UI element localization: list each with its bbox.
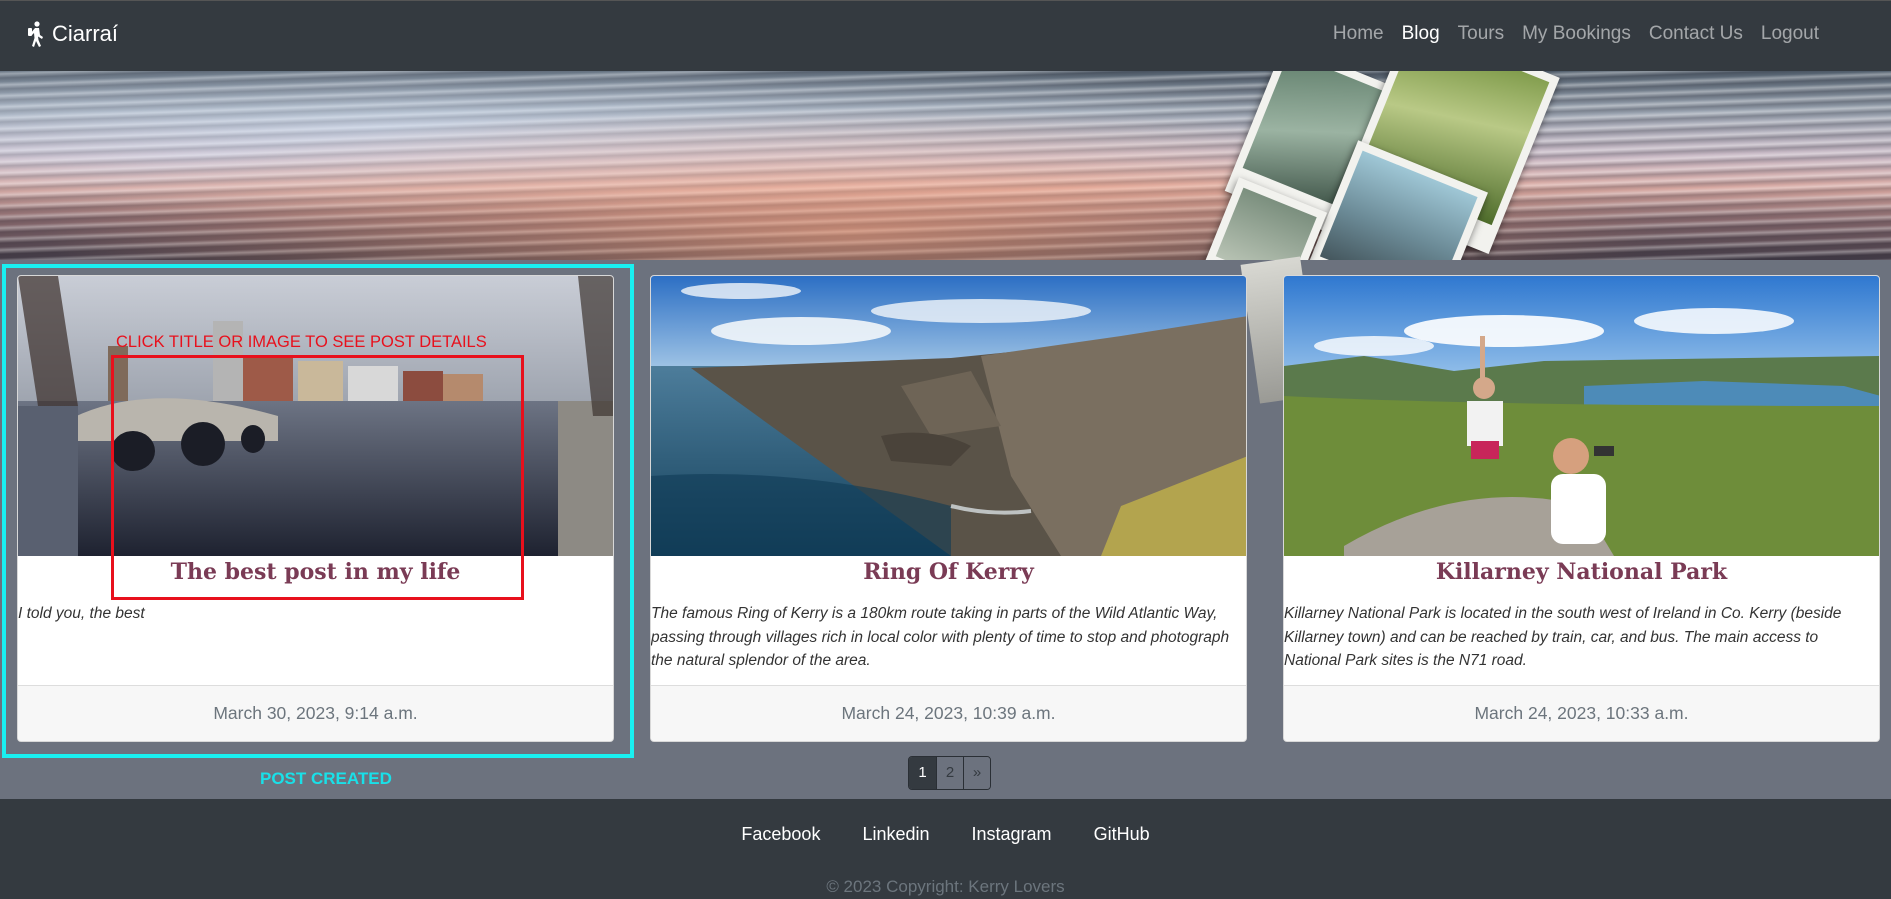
brand-name: Ciarraí: [52, 21, 119, 46]
nav-logout[interactable]: Logout: [1761, 23, 1819, 45]
annotation-red-box: [111, 355, 524, 600]
post-image-cliffs[interactable]: [651, 276, 1246, 556]
nav-links: Home Blog Tours My Bookings Contact Us L…: [1315, 23, 1819, 45]
annotation-click-hint: CLICK TITLE OR IMAGE TO SEE POST DETAILS: [116, 333, 487, 351]
nav-my-bookings[interactable]: My Bookings: [1522, 23, 1631, 45]
hero-banner: [0, 71, 1891, 260]
footer-linkedin-link[interactable]: Linkedin: [862, 824, 929, 845]
post-image-killarney[interactable]: [1284, 276, 1879, 556]
nav-home[interactable]: Home: [1333, 23, 1384, 45]
post-card[interactable]: Killarney National Park Killarney Nation…: [1283, 275, 1880, 742]
annotation-post-created: POST CREATED: [260, 769, 392, 788]
post-title[interactable]: Killarney National Park: [1284, 559, 1879, 585]
page-2-link[interactable]: 2: [936, 757, 963, 789]
nav-tours[interactable]: Tours: [1458, 23, 1504, 45]
post-title[interactable]: Ring Of Kerry: [651, 559, 1246, 585]
nav-blog[interactable]: Blog: [1402, 23, 1440, 45]
next-page-link[interactable]: »: [963, 757, 990, 789]
copyright: © 2023 Copyright: Kerry Lovers: [826, 877, 1065, 896]
brand-link[interactable]: Ciarraí: [26, 21, 118, 47]
hiker-icon: [28, 21, 43, 47]
hero-water-sheen: [0, 71, 1891, 260]
post-date: March 24, 2023, 10:39 a.m.: [651, 685, 1246, 741]
footer-github-link[interactable]: GitHub: [1094, 824, 1150, 845]
footer-instagram-link[interactable]: Instagram: [972, 824, 1052, 845]
post-excerpt: The famous Ring of Kerry is a 180km rout…: [651, 605, 1230, 669]
pagination: 1 2 »: [908, 756, 991, 790]
page-1-link[interactable]: 1: [909, 757, 936, 789]
post-card[interactable]: Ring Of Kerry The famous Ring of Kerry i…: [650, 275, 1247, 742]
post-excerpt: Killarney National Park is located in th…: [1284, 605, 1842, 669]
page-footer: Facebook Linkedin Instagram GitHub © 202…: [0, 799, 1891, 899]
footer-links: Facebook Linkedin Instagram GitHub: [0, 824, 1891, 845]
footer-facebook-link[interactable]: Facebook: [741, 824, 820, 845]
post-date: March 24, 2023, 10:33 a.m.: [1284, 685, 1879, 741]
top-navbar: Ciarraí Home Blog Tours My Bookings Cont…: [0, 0, 1891, 71]
nav-contact-us[interactable]: Contact Us: [1649, 23, 1743, 45]
